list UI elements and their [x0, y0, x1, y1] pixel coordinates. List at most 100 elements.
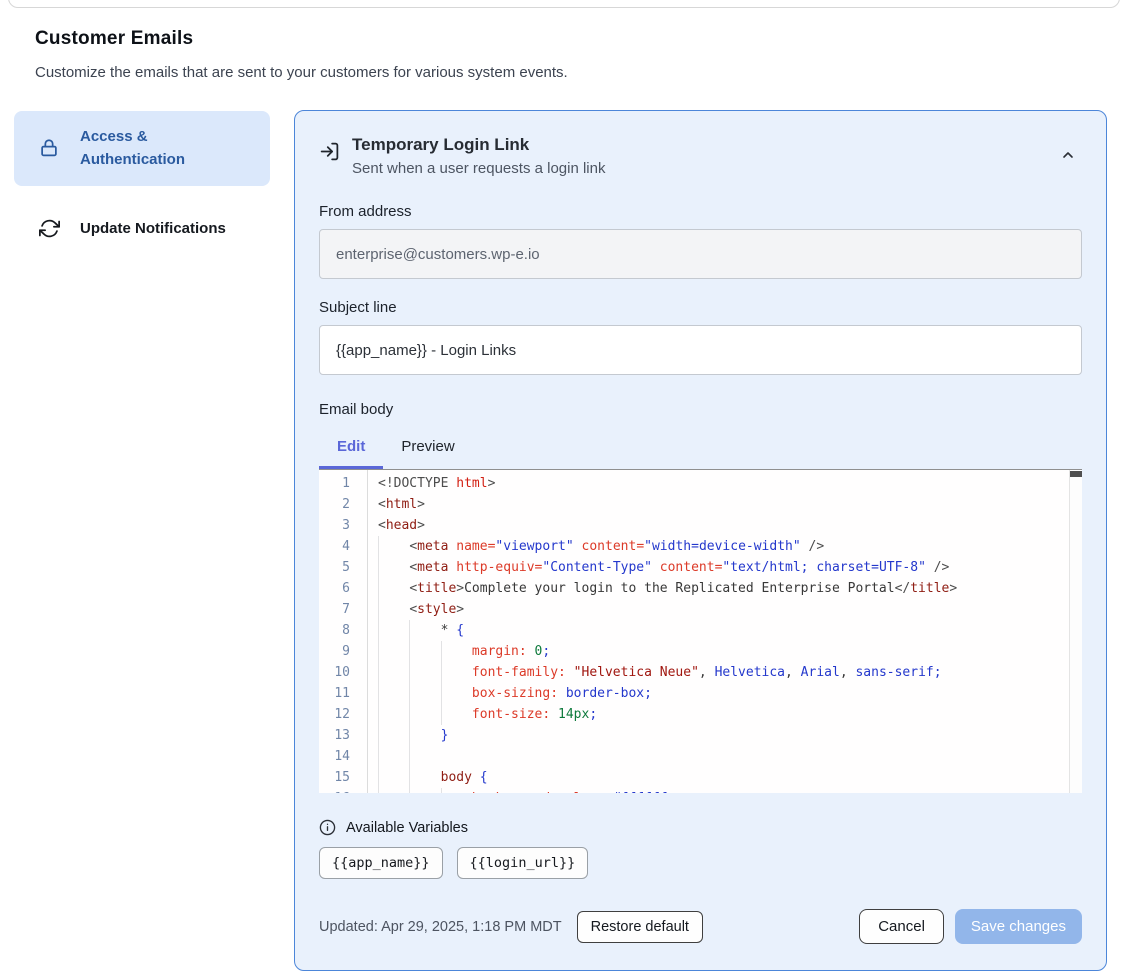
line-number: 1	[319, 473, 363, 494]
editor-scrollbar[interactable]	[1069, 470, 1082, 793]
indent-guide	[378, 788, 379, 793]
available-variables-label: Available Variables	[346, 820, 468, 836]
code-line: 10 font-family: "Helvetica Neue", Helvet…	[319, 662, 1082, 683]
email-body-label: Email body	[319, 401, 1082, 418]
code-editor[interactable]: 1<!DOCTYPE html>2<html>3<head>4 <meta na…	[319, 469, 1082, 793]
editor-scrollbar-thumb[interactable]	[1070, 471, 1082, 477]
tab-preview[interactable]: Preview	[383, 430, 472, 469]
indent-guide	[441, 641, 442, 662]
indent-guide	[409, 704, 410, 725]
updated-timestamp: Updated: Apr 29, 2025, 1:18 PM MDT	[319, 919, 562, 935]
page-title: Customer Emails	[35, 28, 835, 50]
email-template-panel: Temporary Login Link Sent when a user re…	[294, 110, 1107, 971]
code-line: 13 }	[319, 725, 1082, 746]
indent-guide	[378, 662, 379, 683]
code-line: 14	[319, 746, 1082, 767]
code-line: 9 margin: 0;	[319, 641, 1082, 662]
subject-line-input[interactable]	[319, 325, 1082, 375]
line-number: 12	[319, 704, 363, 725]
tab-edit[interactable]: Edit	[319, 430, 383, 469]
sidebar-item-label: Access & Authentication	[80, 125, 250, 172]
indent-guide	[378, 683, 379, 704]
sidebar-item-label: Update Notifications	[80, 220, 226, 237]
from-address-input	[319, 229, 1082, 279]
line-number: 16	[319, 788, 363, 793]
indent-guide	[409, 788, 410, 793]
line-number: 11	[319, 683, 363, 704]
code-line: 6 <title>Complete your login to the Repl…	[319, 578, 1082, 599]
indent-guide	[409, 662, 410, 683]
login-icon	[319, 141, 340, 162]
indent-guide	[378, 578, 379, 599]
indent-guide	[409, 683, 410, 704]
sidebar-item-update-notifications[interactable]: Update Notifications	[14, 204, 270, 254]
panel-header-text: Temporary Login Link Sent when a user re…	[352, 135, 605, 177]
panel-footer: Updated: Apr 29, 2025, 1:18 PM MDT Resto…	[319, 909, 1082, 944]
gutter-divider	[367, 470, 368, 793]
code-line: 3<head>	[319, 515, 1082, 536]
page-subtitle: Customize the emails that are sent to yo…	[35, 64, 835, 81]
line-number: 2	[319, 494, 363, 515]
line-number: 4	[319, 536, 363, 557]
indent-guide	[378, 725, 379, 746]
code-line: 8 * {	[319, 620, 1082, 641]
indent-guide	[378, 767, 379, 788]
line-number: 10	[319, 662, 363, 683]
code-line: 5 <meta http-equiv="Content-Type" conten…	[319, 557, 1082, 578]
available-variables-header: Available Variables	[319, 819, 1082, 836]
line-number: 9	[319, 641, 363, 662]
sidebar: Access & Authentication Update Notificat…	[14, 111, 270, 254]
indent-guide	[378, 620, 379, 641]
indent-guide	[441, 683, 442, 704]
sidebar-item-access-authentication[interactable]: Access & Authentication	[14, 111, 270, 186]
page-header: Customer Emails Customize the emails tha…	[35, 28, 835, 81]
variable-chip[interactable]: {{app_name}}	[319, 847, 443, 879]
indent-guide	[409, 641, 410, 662]
line-number: 13	[319, 725, 363, 746]
collapse-panel-button[interactable]	[1058, 145, 1078, 165]
indent-guide	[441, 704, 442, 725]
variable-chips: {{app_name}} {{login_url}}	[319, 847, 1082, 879]
indent-guide	[409, 725, 410, 746]
code-line: 16 background-color: #ffffff;	[319, 788, 1082, 793]
subject-line-label: Subject line	[319, 299, 1082, 316]
chevron-up-icon	[1060, 147, 1076, 163]
line-number: 8	[319, 620, 363, 641]
line-number: 14	[319, 746, 363, 767]
restore-default-button[interactable]: Restore default	[577, 911, 703, 943]
indent-guide	[378, 641, 379, 662]
code-line: 7 <style>	[319, 599, 1082, 620]
indent-guide	[441, 788, 442, 793]
code-line: 12 font-size: 14px;	[319, 704, 1082, 725]
lock-icon	[38, 137, 60, 159]
line-number: 6	[319, 578, 363, 599]
indent-guide	[409, 767, 410, 788]
cancel-button[interactable]: Cancel	[859, 909, 944, 944]
save-changes-button[interactable]: Save changes	[955, 909, 1082, 944]
indent-guide	[378, 599, 379, 620]
email-body-tabs: Edit Preview	[319, 430, 1082, 469]
indent-guide	[378, 704, 379, 725]
panel-header: Temporary Login Link Sent when a user re…	[319, 135, 1082, 177]
line-number: 7	[319, 599, 363, 620]
line-number: 15	[319, 767, 363, 788]
indent-guide	[378, 557, 379, 578]
code-editor-lines: 1<!DOCTYPE html>2<html>3<head>4 <meta na…	[319, 470, 1082, 793]
panel-title: Temporary Login Link	[352, 135, 605, 155]
line-number: 3	[319, 515, 363, 536]
indent-guide	[378, 746, 379, 767]
indent-guide	[378, 536, 379, 557]
line-number: 5	[319, 557, 363, 578]
refresh-icon	[38, 218, 60, 240]
code-line: 11 box-sizing: border-box;	[319, 683, 1082, 704]
from-address-label: From address	[319, 203, 1082, 220]
code-line: 2<html>	[319, 494, 1082, 515]
indent-guide	[441, 662, 442, 683]
indent-guide	[409, 620, 410, 641]
variable-chip[interactable]: {{login_url}}	[457, 847, 589, 879]
code-line: 1<!DOCTYPE html>	[319, 473, 1082, 494]
info-icon	[319, 819, 336, 836]
previous-card-bottom-edge	[8, 0, 1120, 8]
code-line: 15 body {	[319, 767, 1082, 788]
code-line: 4 <meta name="viewport" content="width=d…	[319, 536, 1082, 557]
